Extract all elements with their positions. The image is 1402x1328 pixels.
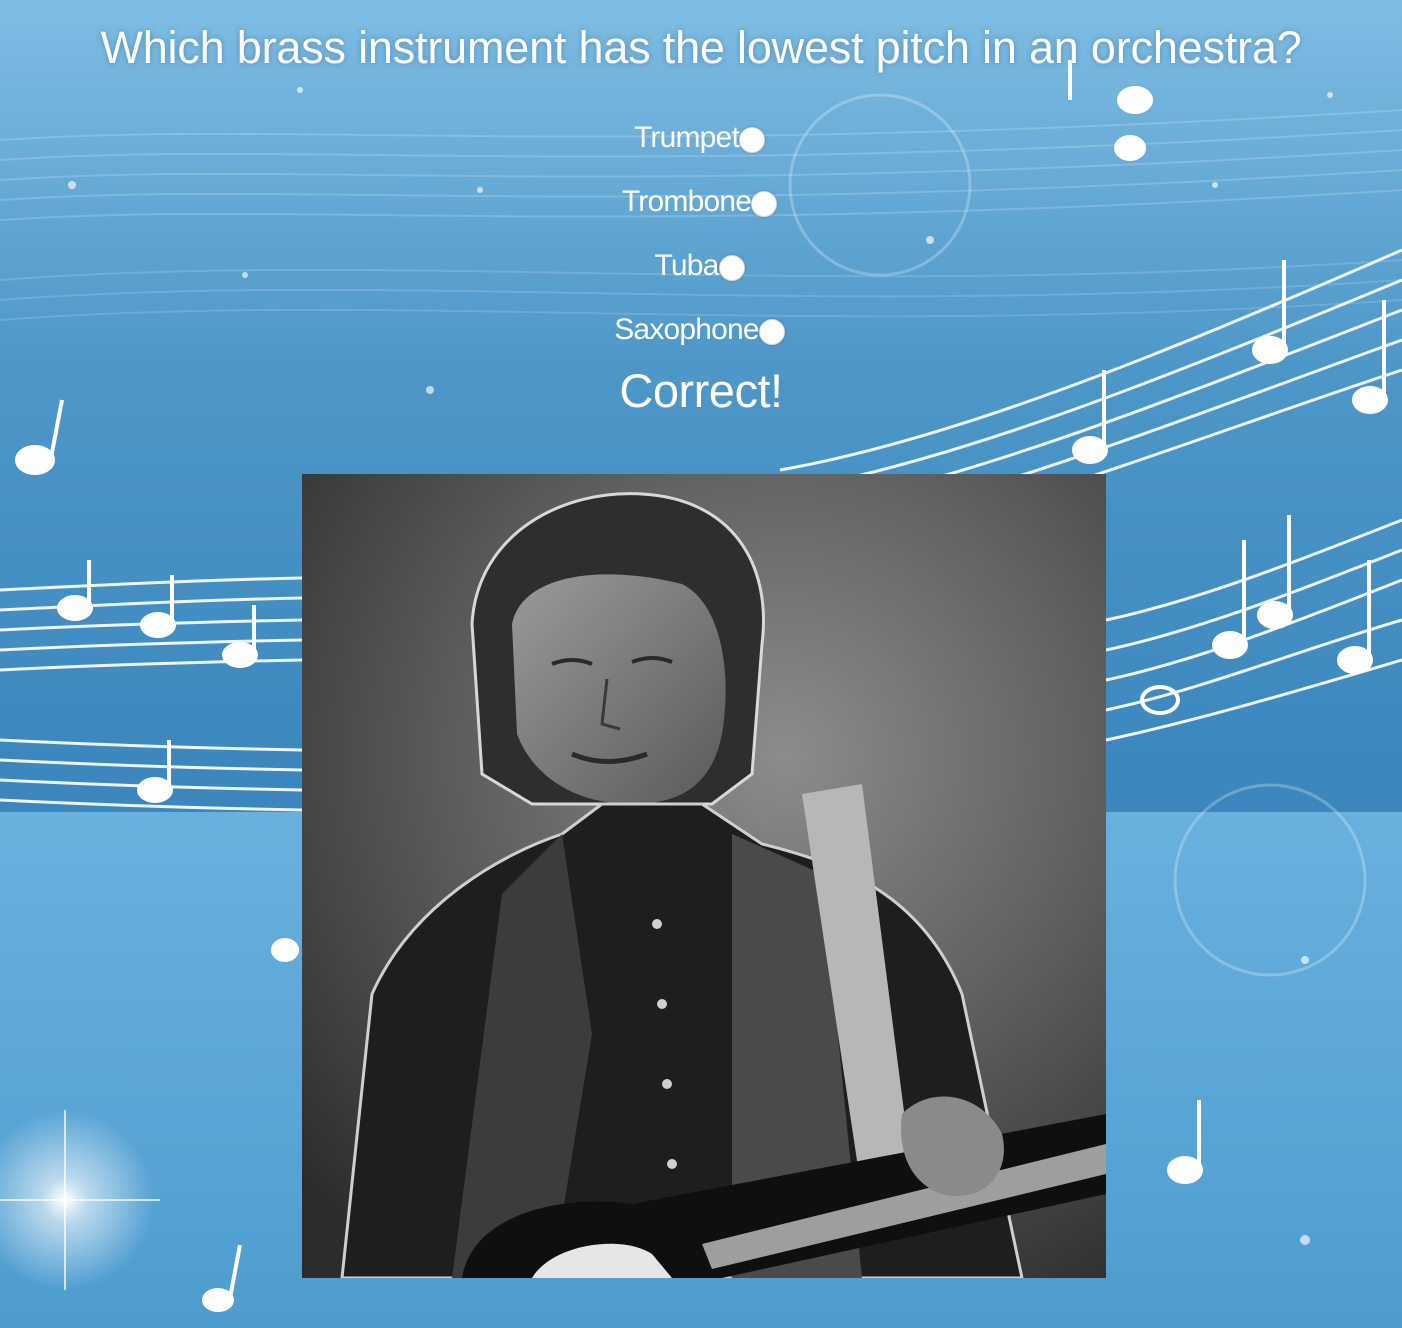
answer-options: Trumpet Trombone Tuba Saxophone: [0, 121, 1402, 347]
option-saxophone[interactable]: Saxophone: [0, 313, 1402, 347]
result-message: Correct!: [619, 364, 783, 417]
radio-trombone[interactable]: [751, 190, 778, 217]
option-label: Trombone: [621, 185, 752, 218]
option-tuba[interactable]: Tuba: [0, 249, 1402, 283]
quiz-question: Which brass instrument has the lowest pi…: [100, 22, 1302, 73]
guitarist-photo-icon: [302, 474, 1106, 1278]
option-label: Trumpet: [634, 121, 740, 154]
radio-tuba[interactable]: [718, 254, 745, 281]
radio-trumpet[interactable]: [738, 126, 765, 153]
radio-saxophone[interactable]: [758, 318, 785, 345]
option-trombone[interactable]: Trombone: [0, 185, 1402, 219]
option-label: Saxophone: [614, 313, 759, 346]
quiz-container: Which brass instrument has the lowest pi…: [0, 0, 1402, 419]
option-trumpet[interactable]: Trumpet: [0, 121, 1402, 155]
option-label: Tuba: [654, 249, 719, 282]
